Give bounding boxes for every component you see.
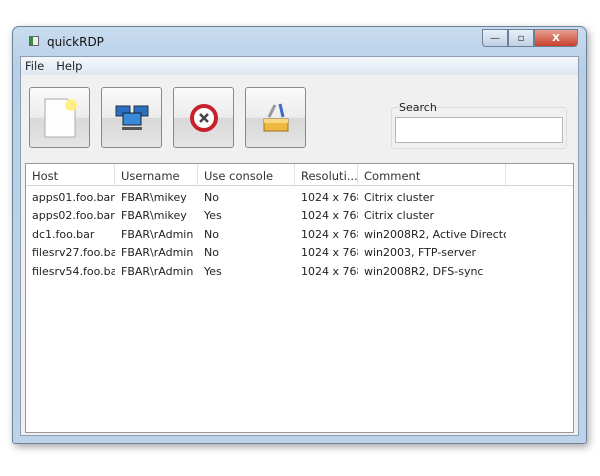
menu-file[interactable]: File bbox=[25, 59, 44, 73]
cell-resolution: 1024 x 768 bbox=[301, 190, 358, 204]
delete-icon bbox=[189, 103, 218, 132]
cell-host: filesrv54.foo.bar bbox=[32, 264, 115, 278]
toolbox-icon bbox=[263, 103, 288, 131]
cell-username: FBAR\rAdmin bbox=[121, 264, 194, 278]
cell-host: apps02.foo.bar bbox=[32, 209, 115, 223]
search-label: Search bbox=[399, 101, 437, 114]
connect-button[interactable] bbox=[101, 87, 162, 148]
cell-resolution: 1024 x 768 bbox=[301, 264, 358, 278]
cell-comment: Citrix cluster bbox=[364, 209, 435, 223]
column-use-console[interactable]: Use console bbox=[198, 164, 295, 185]
cell-host: apps01.foo.bar bbox=[32, 190, 115, 204]
settings-button[interactable] bbox=[245, 87, 306, 148]
app-icon bbox=[29, 36, 39, 46]
title-bar: quickRDP bbox=[29, 35, 104, 49]
cell-resolution: 1024 x 768 bbox=[301, 209, 358, 223]
window-title: quickRDP bbox=[47, 35, 104, 49]
table-row[interactable]: dc1.foo.bar FBAR\rAdmin No 1024 x 768 win200… bbox=[26, 225, 573, 244]
cell-username: FBAR\mikey bbox=[121, 190, 187, 204]
cell-use-console: No bbox=[204, 190, 219, 204]
column-filler bbox=[506, 164, 573, 185]
table-header: Host Username Use console Resoluti... Co… bbox=[26, 164, 573, 186]
delete-button[interactable] bbox=[173, 87, 234, 148]
cell-use-console: Yes bbox=[204, 264, 222, 278]
cell-host: dc1.foo.bar bbox=[32, 227, 95, 241]
client-area: File Help Search Host Username Use conso… bbox=[20, 56, 579, 436]
cell-comment: win2003, FTP-server bbox=[364, 246, 477, 260]
table-row[interactable]: filesrv27.foo.bar FBAR\rAdmin No 1024 x 768… bbox=[26, 244, 573, 263]
close-button[interactable]: X bbox=[534, 29, 578, 47]
cell-use-console: Yes bbox=[204, 209, 222, 223]
cell-resolution: 1024 x 768 bbox=[301, 227, 358, 241]
cell-use-console: No bbox=[204, 246, 219, 260]
table-row[interactable]: filesrv54.foo.bar FBAR\rAdmin Yes 1024 x 76… bbox=[26, 262, 573, 281]
computers-icon bbox=[115, 105, 148, 130]
search-input[interactable] bbox=[395, 117, 563, 143]
cell-comment: Citrix cluster bbox=[364, 190, 435, 204]
cell-comment: win2008R2, Active Directory bbox=[364, 227, 506, 241]
cell-resolution: 1024 x 768 bbox=[301, 246, 358, 260]
new-document-icon bbox=[44, 98, 77, 137]
column-username[interactable]: Username bbox=[115, 164, 198, 185]
cell-username: FBAR\rAdmin bbox=[121, 246, 194, 260]
column-host[interactable]: Host bbox=[26, 164, 115, 185]
maximize-button[interactable]: ▫ bbox=[508, 29, 534, 47]
cell-use-console: No bbox=[204, 227, 219, 241]
menu-help[interactable]: Help bbox=[56, 59, 82, 73]
cell-username: FBAR\mikey bbox=[121, 209, 187, 223]
connections-table: Host Username Use console Resoluti... Co… bbox=[25, 163, 574, 433]
app-window: quickRDP — ▫ X File Help Search Host Use… bbox=[12, 26, 587, 444]
minimize-button[interactable]: — bbox=[482, 29, 508, 47]
cell-username: FBAR\rAdmin bbox=[121, 227, 194, 241]
column-comment[interactable]: Comment bbox=[358, 164, 506, 185]
cell-comment: win2008R2, DFS-sync bbox=[364, 264, 484, 278]
menu-bar: File Help bbox=[21, 57, 578, 75]
column-resolution[interactable]: Resoluti... bbox=[295, 164, 358, 185]
cell-host: filesrv27.foo.bar bbox=[32, 246, 115, 260]
table-row[interactable]: apps02.foo.bar FBAR\mikey Yes 1024 x 768 Cit… bbox=[26, 207, 573, 226]
table-row[interactable]: apps01.foo.bar FBAR\mikey No 1024 x 768 Citr… bbox=[26, 188, 573, 207]
new-connection-button[interactable] bbox=[29, 87, 90, 148]
